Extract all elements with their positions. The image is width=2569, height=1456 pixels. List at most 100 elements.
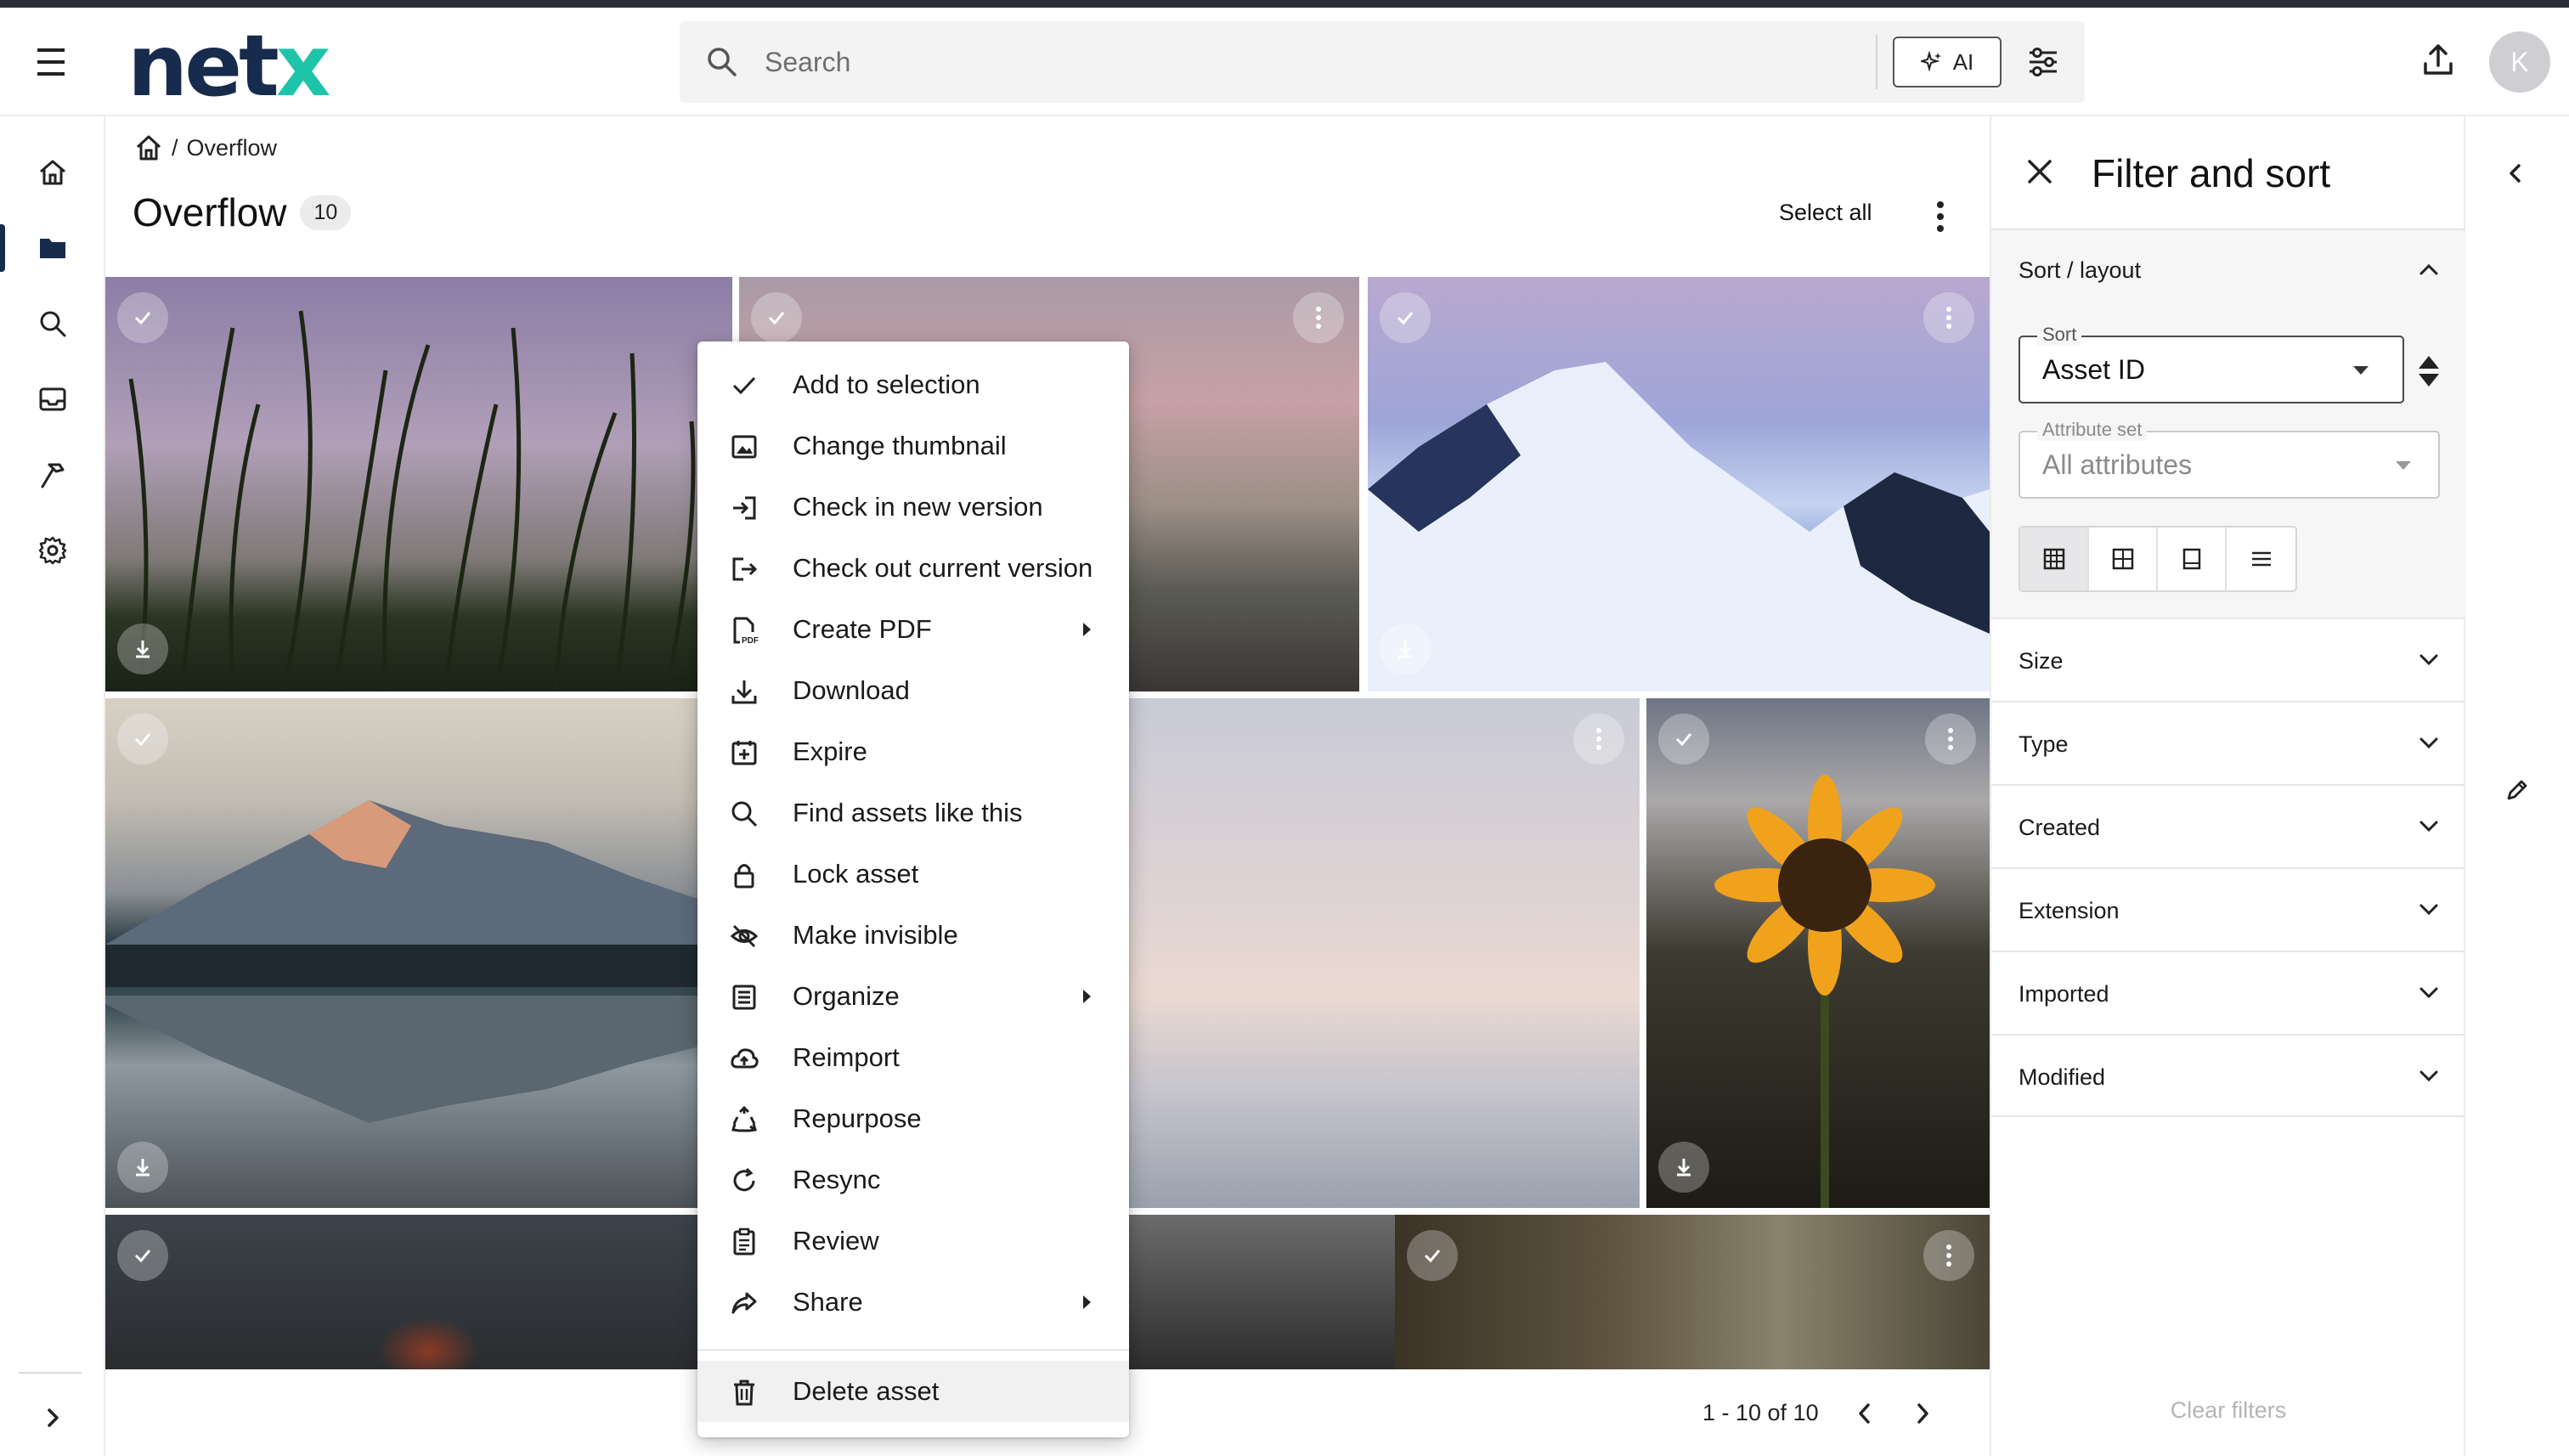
- top-strip: [0, 0, 2569, 8]
- menu-item-reimport[interactable]: Reimport: [697, 1027, 1129, 1088]
- asset-thumbnail[interactable]: [1368, 277, 1990, 691]
- menu-item-expire[interactable]: Expire: [697, 721, 1129, 782]
- asset-more-icon[interactable]: [1293, 292, 1344, 343]
- inbox-icon[interactable]: [34, 381, 71, 418]
- download-icon[interactable]: [1658, 1142, 1709, 1193]
- attribute-set-select[interactable]: Attribute set All attributes: [2019, 419, 2440, 499]
- netx-logo[interactable]: net x: [127, 16, 330, 116]
- ai-label: AI: [1952, 48, 1974, 75]
- menu-item-change-thumbnail[interactable]: Change thumbnail: [697, 415, 1129, 477]
- menu-icon[interactable]: [32, 45, 71, 79]
- accordion-extension[interactable]: Extension: [1991, 867, 2465, 951]
- asset-more-icon[interactable]: [1923, 1230, 1974, 1281]
- list-layout-icon[interactable]: [2227, 528, 2295, 590]
- select-all-button[interactable]: Select all: [1779, 200, 1872, 226]
- asset-thumbnail[interactable]: [105, 277, 732, 691]
- more-vert-icon[interactable]: [1932, 198, 1949, 235]
- accordion-created[interactable]: Created: [1991, 784, 2465, 867]
- asset-more-icon[interactable]: [1923, 292, 1974, 343]
- resync-icon: [730, 1166, 759, 1195]
- clear-filters-button[interactable]: Clear filters: [1991, 1397, 2465, 1424]
- single-layout-icon[interactable]: [2158, 528, 2227, 590]
- asset-more-icon[interactable]: [1925, 714, 1976, 765]
- app-header: netx AI K: [0, 8, 2569, 116]
- menu-divider: [697, 1349, 1129, 1351]
- download-icon[interactable]: [117, 624, 168, 674]
- menu-item-resync[interactable]: Resync: [697, 1149, 1129, 1211]
- menu-item-check-in[interactable]: Check in new version: [697, 477, 1129, 538]
- menu-item-find-similar[interactable]: Find assets like this: [697, 782, 1129, 844]
- select-checkbox[interactable]: [117, 292, 168, 343]
- menu-item-add-to-selection[interactable]: Add to selection: [697, 354, 1129, 415]
- menu-item-share[interactable]: Share: [697, 1272, 1129, 1333]
- asset-thumbnail[interactable]: [105, 698, 732, 1208]
- select-checkbox[interactable]: [1658, 714, 1709, 765]
- tune-icon[interactable]: [2026, 45, 2060, 79]
- download-icon[interactable]: [117, 1142, 168, 1193]
- accordion-imported[interactable]: Imported: [1991, 951, 2465, 1034]
- menu-item-check-out[interactable]: Check out current version: [697, 538, 1129, 599]
- sunset-glow: [377, 1317, 479, 1369]
- sort-direction-icon[interactable]: [2416, 354, 2442, 388]
- recycle-icon: [730, 1105, 759, 1134]
- accordion-header-created: Created: [2019, 815, 2101, 840]
- menu-item-label: Check out current version: [793, 553, 1093, 583]
- upload-icon[interactable]: [2421, 43, 2455, 77]
- collapse-panel-icon[interactable]: [2503, 161, 2528, 186]
- select-checkbox[interactable]: [1380, 292, 1431, 343]
- asset-thumbnail[interactable]: [1395, 1215, 1990, 1369]
- lock-icon: [730, 861, 759, 889]
- clipboard-icon: [730, 1227, 759, 1256]
- close-icon[interactable]: [2025, 157, 2054, 186]
- menu-item-download[interactable]: Download: [697, 660, 1129, 721]
- select-checkbox[interactable]: [117, 714, 168, 765]
- search-icon: [705, 45, 739, 79]
- select-checkbox[interactable]: [117, 1230, 168, 1281]
- accordion-type[interactable]: Type: [1991, 701, 2465, 784]
- menu-item-delete-asset[interactable]: Delete asset: [697, 1361, 1129, 1422]
- share-icon: [730, 1289, 759, 1318]
- user-avatar[interactable]: K: [2489, 31, 2550, 93]
- pagination: 1 - 10 of 10: [1702, 1400, 1934, 1426]
- expand-rail-icon[interactable]: [34, 1399, 71, 1436]
- menu-item-create-pdf[interactable]: PDF Create PDF: [697, 599, 1129, 660]
- accordion-size[interactable]: Size: [1991, 618, 2465, 701]
- menu-item-lock[interactable]: Lock asset: [697, 844, 1129, 905]
- breadcrumb-home-icon[interactable]: [134, 133, 163, 162]
- menu-item-make-invisible[interactable]: Make invisible: [697, 905, 1129, 966]
- accordion-header-extension: Extension: [2019, 898, 2120, 923]
- folder-icon[interactable]: [34, 229, 71, 267]
- grass-silhouette: [128, 310, 732, 691]
- filter-sort-panel: Filter and sort Sort / layout Sort Asset…: [1990, 116, 2465, 1456]
- search-divider: [1876, 35, 1877, 89]
- ai-button[interactable]: AI: [1893, 37, 2002, 87]
- hammer-icon[interactable]: [34, 456, 71, 494]
- select-checkbox[interactable]: [751, 292, 802, 343]
- page-range: 1 - 10 of 10: [1702, 1400, 1819, 1425]
- menu-item-review[interactable]: Review: [697, 1211, 1129, 1272]
- accordion-modified[interactable]: Modified: [1991, 1034, 2465, 1117]
- menu-item-repurpose[interactable]: Repurpose: [697, 1088, 1129, 1149]
- asset-thumbnail[interactable]: [105, 1215, 732, 1369]
- chevron-up-icon[interactable]: [2418, 261, 2440, 278]
- rail-divider: [19, 1372, 82, 1374]
- grid-dense-layout-icon[interactable]: [2020, 528, 2089, 590]
- home-icon[interactable]: [34, 154, 71, 191]
- download-icon[interactable]: [1380, 624, 1431, 674]
- prev-page-icon[interactable]: [1853, 1401, 1877, 1426]
- grid-layout-icon[interactable]: [2089, 528, 2158, 590]
- chevron-down-icon: [2418, 1068, 2440, 1085]
- search-input[interactable]: [765, 38, 1665, 86]
- asset-more-icon[interactable]: [1573, 714, 1624, 765]
- edit-pencil-icon[interactable]: [2504, 777, 2530, 803]
- layout-toggle-group: [2019, 526, 2297, 592]
- sort-select[interactable]: Sort Asset ID: [2019, 324, 2404, 404]
- asset-thumbnail[interactable]: [1646, 698, 1990, 1208]
- menu-item-label: Add to selection: [793, 370, 980, 399]
- search-nav-icon[interactable]: [34, 305, 71, 342]
- menu-item-organize[interactable]: Organize: [697, 966, 1129, 1027]
- next-page-icon[interactable]: [1911, 1401, 1934, 1426]
- select-checkbox[interactable]: [1407, 1230, 1458, 1281]
- settings-icon[interactable]: [34, 532, 71, 569]
- accordion-header-sort-layout[interactable]: Sort / layout: [2019, 257, 2141, 284]
